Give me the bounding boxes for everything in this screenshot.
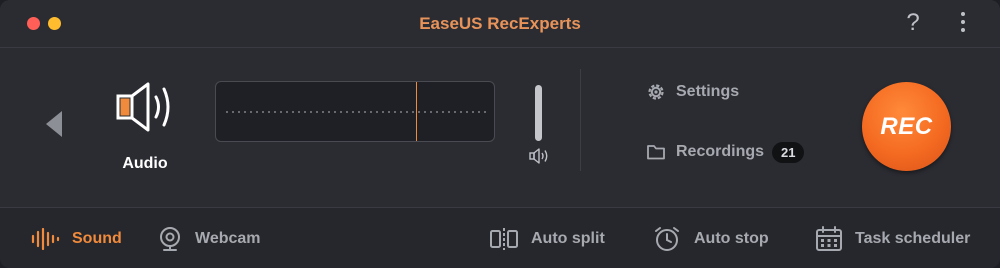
main-panel: Audio Settings Recordings 21 REC: [0, 49, 1000, 204]
recordings-button[interactable]: Recordings 21: [646, 141, 805, 163]
waveform-playhead: [416, 82, 417, 141]
folder-icon: [647, 145, 665, 160]
volume-slider[interactable]: [535, 85, 542, 141]
gear-icon: [648, 84, 664, 100]
webcam-tab[interactable]: Webcam: [157, 226, 261, 252]
title-bar: EaseUS RecExperts ?: [0, 0, 1000, 48]
webcam-icon: [160, 227, 180, 251]
speaker-icon[interactable]: [114, 79, 178, 135]
audio-waveform-preview: [215, 81, 495, 142]
sound-tab-label: Sound: [72, 230, 122, 247]
record-button-label: REC: [880, 112, 933, 140]
volume-icon: [529, 148, 548, 164]
sound-wave-icon: [31, 228, 60, 250]
settings-button[interactable]: Settings: [646, 81, 739, 103]
auto-split-label: Auto split: [531, 230, 605, 247]
alarm-clock-icon: [655, 227, 679, 251]
previous-mode-arrow-icon[interactable]: [46, 111, 62, 137]
webcam-tab-label: Webcam: [195, 230, 261, 247]
waveform-baseline: [224, 111, 486, 113]
help-icon[interactable]: ?: [902, 10, 924, 36]
auto-split-button[interactable]: Auto split: [489, 226, 605, 252]
panel-divider: [580, 69, 581, 171]
mode-label: Audio: [122, 155, 168, 172]
bottom-toolbar: Sound Webcam Auto split Auto stop Task s…: [0, 207, 1000, 268]
auto-stop-button[interactable]: Auto stop: [652, 226, 769, 252]
auto-stop-label: Auto stop: [694, 230, 769, 247]
settings-label: Settings: [676, 83, 740, 100]
task-scheduler-label: Task scheduler: [855, 230, 971, 247]
more-options-icon[interactable]: [955, 12, 971, 36]
task-scheduler-button[interactable]: Task scheduler: [815, 226, 970, 252]
sound-tab[interactable]: Sound: [30, 226, 122, 252]
app-window: EaseUS RecExperts ? Audio Settings Recor…: [0, 0, 1000, 268]
split-icon: [490, 228, 518, 250]
calendar-icon: [816, 226, 842, 251]
recordings-count-badge: 21: [772, 141, 805, 163]
recordings-label: Recordings: [676, 143, 765, 160]
record-button[interactable]: REC: [862, 82, 951, 171]
app-title: EaseUS RecExperts: [419, 14, 581, 33]
